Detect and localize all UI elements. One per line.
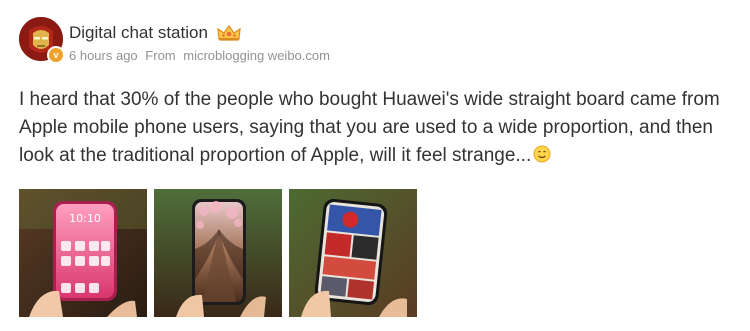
author-row: Digital chat station bbox=[69, 22, 242, 44]
post-image-1[interactable]: 10:10 bbox=[19, 189, 147, 317]
post-image-2[interactable] bbox=[154, 189, 282, 317]
post-text: I heard that 30% of the people who bough… bbox=[19, 86, 739, 170]
phone-clock-text: 10:10 bbox=[69, 212, 101, 225]
post-images: 10:10 bbox=[19, 189, 417, 317]
author-name[interactable]: Digital chat station bbox=[69, 23, 208, 43]
phone-photo-street-icon bbox=[154, 189, 282, 317]
verified-badge: v bbox=[47, 46, 65, 64]
post-source[interactable]: microblogging weibo.com bbox=[183, 48, 330, 63]
source-from-label: From bbox=[145, 48, 176, 63]
crown-icon[interactable] bbox=[216, 24, 242, 42]
post-image-3[interactable] bbox=[289, 189, 417, 317]
weibo-post: v Digital chat station 6 hours ago From … bbox=[0, 0, 750, 331]
post-time[interactable]: 6 hours ago bbox=[69, 48, 138, 63]
smile-icon bbox=[533, 145, 551, 163]
post-body: I heard that 30% of the people who bough… bbox=[19, 89, 720, 166]
phone-photo-comic-icon bbox=[289, 189, 417, 317]
phone-photo-pink-icon: 10:10 bbox=[19, 189, 147, 317]
post-meta: 6 hours ago From microblogging weibo.com bbox=[69, 48, 330, 63]
